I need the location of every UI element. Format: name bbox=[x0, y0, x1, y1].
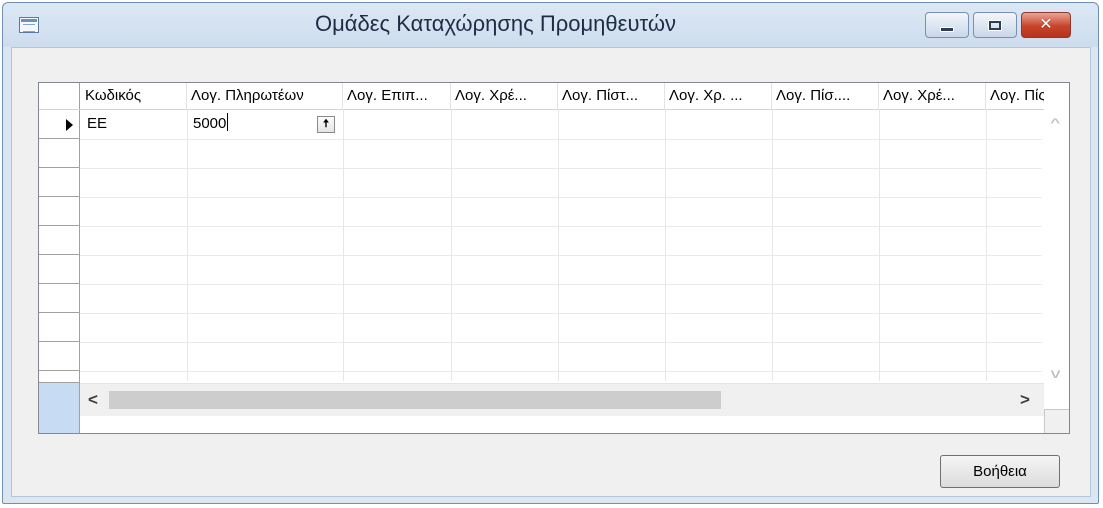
close-icon: ✕ bbox=[1039, 16, 1053, 33]
minimize-icon bbox=[940, 26, 954, 32]
column-header-column-9[interactable]: Λογ. Πίς bbox=[986, 83, 1044, 109]
cell-payables-account-value: 5000 bbox=[193, 115, 227, 132]
column-header-code[interactable]: Κωδικός bbox=[81, 83, 187, 109]
column-header-column-7[interactable]: Λογ. Πίσ.... bbox=[772, 83, 879, 109]
minimize-button[interactable] bbox=[925, 12, 969, 38]
help-button[interactable]: Βοήθεια bbox=[940, 455, 1060, 488]
row-selector[interactable] bbox=[39, 226, 79, 255]
row-selector[interactable] bbox=[39, 255, 79, 284]
row-divider bbox=[80, 313, 1042, 314]
row-selector[interactable] bbox=[39, 139, 79, 168]
column-header-payables-account[interactable]: Λογ. Πληρωτέων bbox=[187, 83, 343, 109]
column-divider bbox=[187, 109, 188, 381]
row-divider bbox=[80, 284, 1042, 285]
row-selector-column bbox=[39, 83, 80, 433]
maximize-icon bbox=[988, 19, 1002, 31]
column-divider bbox=[879, 109, 880, 381]
row-divider bbox=[80, 168, 1042, 169]
row-selector[interactable] bbox=[39, 197, 79, 226]
row-selector[interactable] bbox=[39, 110, 79, 139]
text-caret bbox=[227, 113, 229, 131]
horizontal-scrollbar[interactable]: < > bbox=[80, 383, 1044, 416]
close-button[interactable]: ✕ bbox=[1021, 12, 1071, 38]
window: Ομάδες Καταχώρησης Προμηθευτών ✕ Κωδικός… bbox=[2, 2, 1099, 504]
column-header-column-5[interactable]: Λογ. Πίστ... bbox=[558, 83, 665, 109]
up-arrow-icon: 🠅 bbox=[322, 118, 330, 130]
title-bar[interactable]: Ομάδες Καταχώρησης Προμηθευτών ✕ bbox=[3, 3, 1098, 47]
row-selector[interactable] bbox=[39, 284, 79, 313]
row-divider bbox=[80, 226, 1042, 227]
column-divider bbox=[451, 109, 452, 381]
vertical-scrollbar[interactable]: ^ v bbox=[1044, 109, 1069, 409]
row-divider bbox=[80, 342, 1042, 343]
scroll-left-icon[interactable]: < bbox=[88, 390, 98, 410]
scroll-down-icon[interactable]: v bbox=[1051, 365, 1061, 381]
column-header-column-4[interactable]: Λογ. Χρέ... bbox=[451, 83, 558, 109]
data-grid[interactable]: Κωδικός Λογ. Πληρωτέων Λογ. Επιπ... Λογ.… bbox=[38, 82, 1070, 434]
row-divider bbox=[80, 371, 1042, 372]
client-area: Κωδικός Λογ. Πληρωτέων Λογ. Επιπ... Λογ.… bbox=[11, 47, 1091, 497]
scrollbar-corner bbox=[1044, 409, 1069, 433]
scroll-up-icon[interactable]: ^ bbox=[1051, 115, 1060, 131]
column-divider bbox=[343, 109, 344, 381]
cell-code[interactable]: EE bbox=[81, 111, 187, 139]
column-header-column-8[interactable]: Λογ. Χρέ... bbox=[879, 83, 986, 109]
row-selector[interactable] bbox=[39, 371, 79, 383]
grid-header: Κωδικός Λογ. Πληρωτέων Λογ. Επιπ... Λογ.… bbox=[39, 83, 1069, 110]
maximize-button[interactable] bbox=[973, 12, 1017, 38]
row-divider bbox=[80, 255, 1042, 256]
column-divider bbox=[558, 109, 559, 381]
column-divider bbox=[665, 109, 666, 381]
column-header-column-3[interactable]: Λογ. Επιπ... bbox=[343, 83, 451, 109]
row-selector[interactable] bbox=[39, 342, 79, 371]
selector-corner bbox=[39, 383, 79, 433]
row-divider bbox=[80, 197, 1042, 198]
scroll-right-icon[interactable]: > bbox=[1020, 390, 1030, 410]
lookup-button[interactable]: 🠅 bbox=[317, 116, 335, 133]
row-selector[interactable] bbox=[39, 168, 79, 197]
horizontal-scroll-thumb[interactable] bbox=[109, 391, 721, 409]
column-divider bbox=[772, 109, 773, 381]
column-divider bbox=[986, 109, 987, 381]
column-header-column-6[interactable]: Λογ. Χρ. ... bbox=[665, 83, 772, 109]
row-selector[interactable] bbox=[39, 313, 79, 342]
row-divider bbox=[80, 139, 1042, 140]
current-row-arrow-icon bbox=[66, 119, 73, 131]
